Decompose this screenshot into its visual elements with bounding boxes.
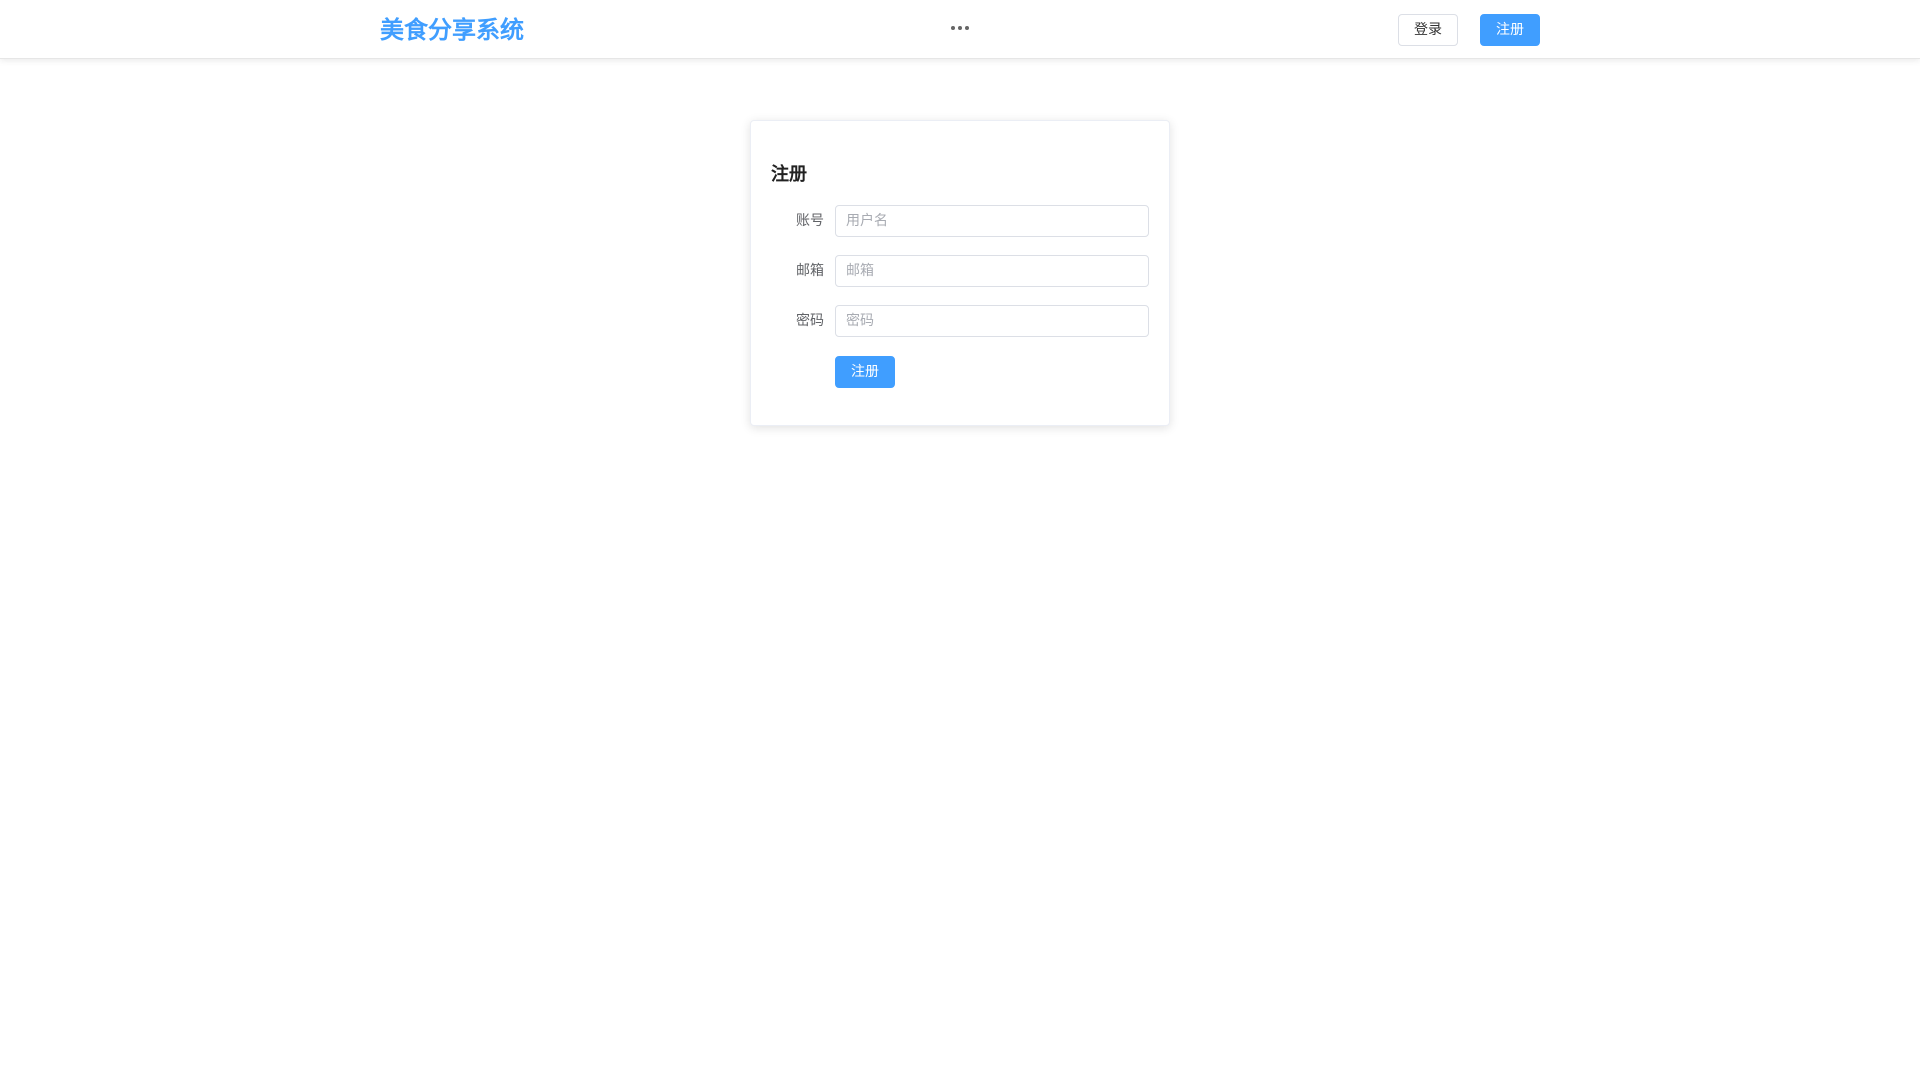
password-input[interactable] (835, 305, 1149, 337)
form-row-password: 密码 (751, 305, 1169, 337)
ellipsis-icon (951, 26, 955, 30)
email-label: 邮箱 (796, 263, 824, 279)
ellipsis-icon (958, 26, 962, 30)
account-label: 账号 (796, 213, 824, 229)
register-card: 注册 账号 邮箱 密码 注册 (750, 120, 1170, 426)
register-nav-button[interactable]: 注册 (1480, 14, 1540, 46)
login-button[interactable]: 登录 (1398, 14, 1458, 46)
form-row-email: 邮箱 (751, 255, 1169, 287)
register-submit-button[interactable]: 注册 (835, 356, 895, 388)
email-input[interactable] (835, 255, 1149, 287)
site-brand-title[interactable]: 美食分享系统 (380, 14, 524, 46)
more-menu-button[interactable] (940, 12, 980, 44)
password-label: 密码 (796, 313, 824, 329)
username-input[interactable] (835, 205, 1149, 237)
top-nav-bar: 美食分享系统 登录 注册 (0, 0, 1920, 59)
register-form-title: 注册 (771, 164, 807, 185)
form-row-account: 账号 (751, 205, 1169, 237)
ellipsis-icon (965, 26, 969, 30)
